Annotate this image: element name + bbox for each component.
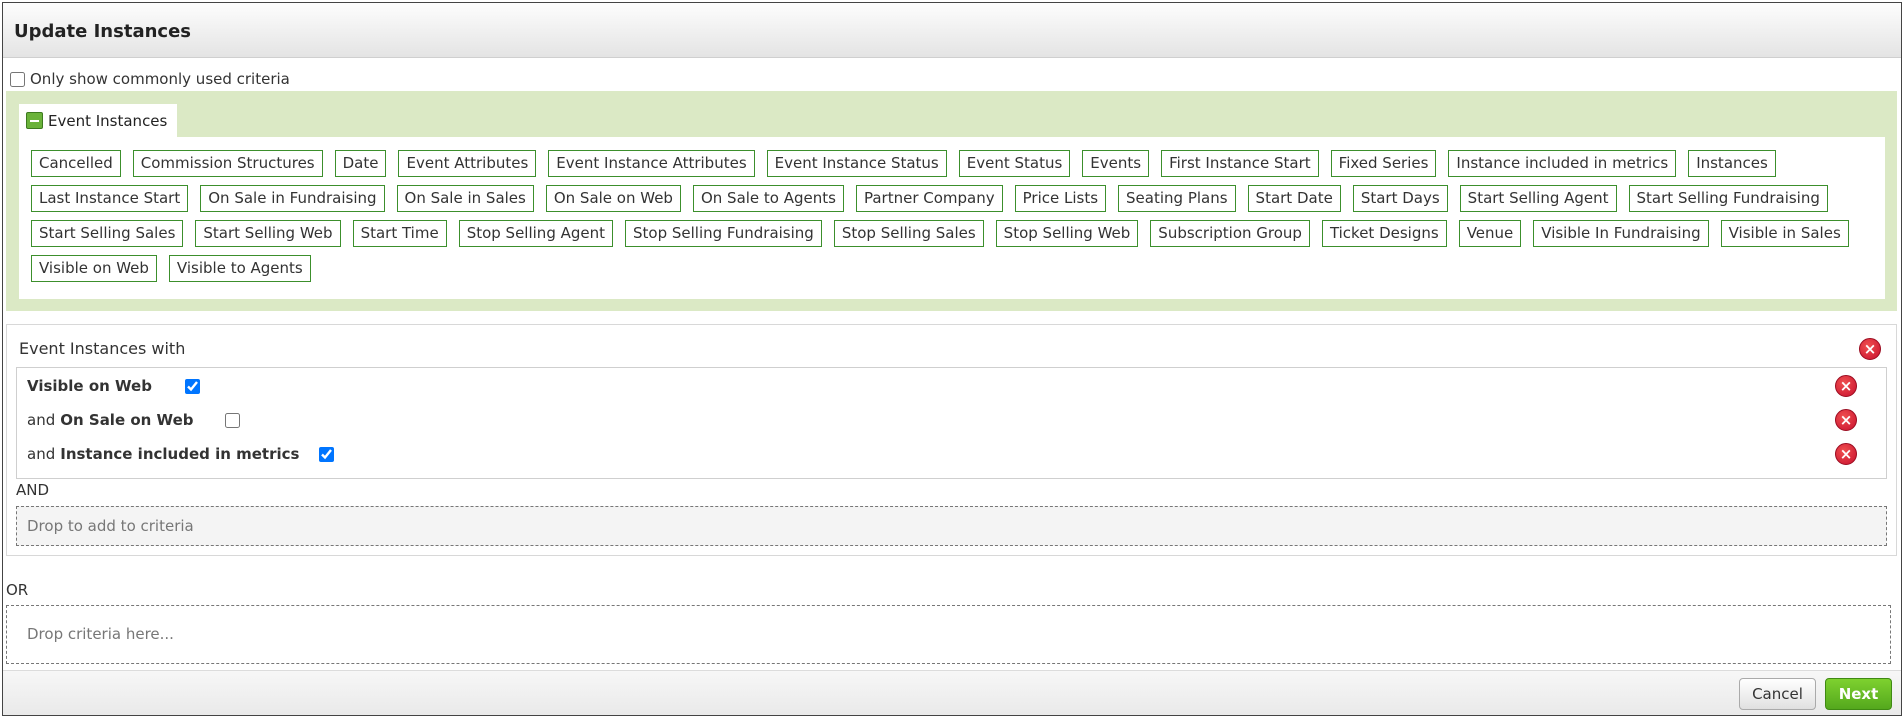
dialog-footer: Cancel Next <box>3 670 1901 715</box>
and-label: AND <box>16 481 50 499</box>
tab-label: Event Instances <box>48 111 168 130</box>
criteria-rows: Visible on Web × and On Sale on Web × and… <box>16 367 1887 479</box>
criteria-row-field: Visible on Web <box>27 377 152 395</box>
criteria-row-field: Instance included in metrics <box>60 445 300 463</box>
criteria-tag[interactable]: Visible to Agents <box>168 255 311 282</box>
criteria-tag[interactable]: Fixed Series <box>1330 150 1437 177</box>
criteria-tag[interactable]: Instance included in metrics <box>1448 150 1677 177</box>
criteria-tag[interactable]: Start Time <box>352 220 447 247</box>
criteria-tag[interactable]: Partner Company <box>855 185 1003 212</box>
criteria-tag[interactable]: Instances <box>1688 150 1776 177</box>
remove-criteria-icon[interactable]: × <box>1835 375 1857 397</box>
criteria-tag[interactable]: Stop Selling Fundraising <box>625 220 822 247</box>
criteria-row-checkbox[interactable] <box>225 412 240 428</box>
dialog-titlebar: Update Instances <box>3 3 1901 58</box>
next-button[interactable]: Next <box>1825 678 1892 710</box>
criteria-tag[interactable]: Visible on Web <box>31 255 157 282</box>
criteria-tag[interactable]: Stop Selling Sales <box>833 220 984 247</box>
criteria-row-checkbox[interactable] <box>185 378 200 394</box>
criteria-tag[interactable]: Last Instance Start <box>31 185 189 212</box>
criteria-tag[interactable]: Subscription Group <box>1150 220 1310 247</box>
criteria-tag[interactable]: Start Selling Web <box>195 220 341 247</box>
criteria-group: Event Instances with × Visible on Web × … <box>6 324 1897 556</box>
criteria-tag[interactable]: Event Attributes <box>398 150 537 177</box>
drop-add-criteria-zone[interactable]: Drop to add to criteria <box>16 506 1887 546</box>
criteria-tag[interactable]: On Sale in Sales <box>396 185 534 212</box>
criteria-row: and On Sale on Web × <box>27 405 1877 435</box>
criteria-tag[interactable]: Event Instance Attributes <box>548 150 755 177</box>
criteria-tag[interactable]: Visible in Sales <box>1720 220 1849 247</box>
criteria-tag[interactable]: Date <box>334 150 387 177</box>
criteria-tag[interactable]: Event Status <box>958 150 1071 177</box>
criteria-tag[interactable]: Events <box>1082 150 1150 177</box>
cancel-button[interactable]: Cancel <box>1739 678 1816 710</box>
criteria-row: Visible on Web × <box>27 371 1877 401</box>
criteria-tag[interactable]: Commission Structures <box>132 150 323 177</box>
criteria-tag[interactable]: Stop Selling Agent <box>458 220 614 247</box>
remove-criteria-icon[interactable]: × <box>1835 409 1857 431</box>
remove-group-icon[interactable]: × <box>1859 338 1881 360</box>
collapse-minus-icon[interactable] <box>26 112 43 129</box>
criteria-category-section: Event Instances Cancelled Commission Stru… <box>6 91 1897 311</box>
criteria-row-prefix: and <box>27 445 56 463</box>
criteria-tag[interactable]: Seating Plans <box>1118 185 1236 212</box>
criteria-tag[interactable]: Venue <box>1458 220 1522 247</box>
criteria-tag[interactable]: Start Days <box>1352 185 1448 212</box>
criteria-tag[interactable]: Visible In Fundraising <box>1533 220 1709 247</box>
common-criteria-toggle[interactable]: Only show commonly used criteria <box>10 70 290 88</box>
criteria-tag-list: Cancelled Commission Structures Date Event … <box>31 150 1875 282</box>
remove-criteria-icon[interactable]: × <box>1835 443 1857 465</box>
criteria-tag[interactable]: Stop Selling Web <box>995 220 1139 247</box>
criteria-tags-panel: Cancelled Commission Structures Date Event … <box>19 137 1885 299</box>
criteria-row-checkbox[interactable] <box>319 446 334 462</box>
criteria-row: and Instance included in metrics × <box>27 439 1877 469</box>
criteria-tag[interactable]: On Sale to Agents <box>692 185 844 212</box>
dialog-title: Update Instances <box>14 21 191 42</box>
criteria-tag[interactable]: Ticket Designs <box>1321 220 1447 247</box>
criteria-tag[interactable]: On Sale in Fundraising <box>200 185 385 212</box>
drop-criteria-zone[interactable]: Drop criteria here... <box>6 605 1891 664</box>
criteria-tag[interactable]: Start Selling Agent <box>1459 185 1617 212</box>
criteria-group-title: Event Instances with <box>19 339 186 358</box>
criteria-tag[interactable]: Event Instance Status <box>766 150 947 177</box>
criteria-tag[interactable]: First Instance Start <box>1161 150 1319 177</box>
tab-event-instances[interactable]: Event Instances <box>19 104 178 137</box>
criteria-tag[interactable]: Start Selling Fundraising <box>1628 185 1828 212</box>
criteria-tag[interactable]: On Sale on Web <box>545 185 681 212</box>
criteria-tag[interactable]: Cancelled <box>31 150 121 177</box>
criteria-tag[interactable]: Price Lists <box>1014 185 1107 212</box>
criteria-tag[interactable]: Start Selling Sales <box>31 220 184 247</box>
or-label: OR <box>6 581 29 599</box>
update-instances-dialog: Update Instances Only show commonly used… <box>2 2 1902 716</box>
common-criteria-checkbox[interactable] <box>10 71 25 87</box>
criteria-tag[interactable]: Start Date <box>1247 185 1341 212</box>
common-criteria-label: Only show commonly used criteria <box>30 70 290 88</box>
criteria-row-field: On Sale on Web <box>60 411 194 429</box>
criteria-row-prefix: and <box>27 411 56 429</box>
